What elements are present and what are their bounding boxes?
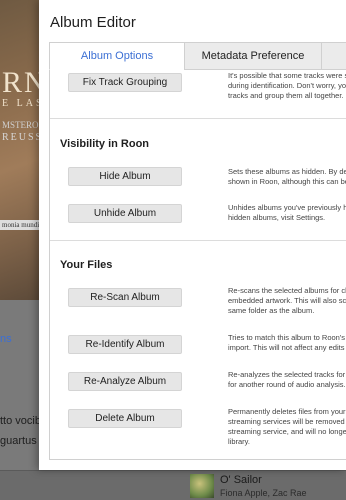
hide-album-button[interactable]: Hide Album <box>68 167 182 186</box>
description-line: hidden albums, visit Settings. <box>228 213 326 222</box>
unhide-album-button[interactable]: Unhide Album <box>68 204 182 223</box>
list-item[interactable]: guartus <box>0 435 37 447</box>
description-line: Sets these albums as hidden. By defa <box>228 167 346 176</box>
rescan-album-description: Re-scans the selected albums for cha emb… <box>228 286 346 316</box>
reidentify-album-button[interactable]: Re-Identify Album <box>68 335 182 354</box>
reanalyze-album-button[interactable]: Re-Analyze Album <box>68 372 182 391</box>
album-art-subtitle: E LASS <box>2 98 40 109</box>
description-line: for another round of audio analysis. <box>228 380 346 389</box>
description-line: import. This will not affect any edits y <box>228 343 346 352</box>
description-line: shown in Roon, although this can be <box>228 177 346 186</box>
visibility-section-title: Visibility in Roon <box>60 138 150 150</box>
description-line: during identification. Don't worry, yo <box>228 81 346 90</box>
description-line: Unhides albums you've previously hi <box>228 203 346 212</box>
tab-album-options[interactable]: Album Options <box>49 42 185 70</box>
now-playing-artwork[interactable] <box>190 474 214 498</box>
description-line: tracks and group them all together. <box>228 91 344 100</box>
tab-more[interactable] <box>321 42 346 70</box>
delete-album-description: Permanently deletes files from your stre… <box>228 407 346 447</box>
description-line: It's possible that some tracks were se <box>228 71 346 80</box>
album-art-title: RN <box>2 66 40 99</box>
fix-track-grouping-button[interactable]: Fix Track Grouping <box>68 73 182 92</box>
album-art-label: monia mundi <box>0 220 40 230</box>
reidentify-album-description: Tries to match this album to Roon's c im… <box>228 333 346 353</box>
album-options-panel: Fix Track Grouping It's possible that so… <box>50 70 346 460</box>
tab-bar: Album Options Metadata Preference <box>49 42 346 70</box>
description-line: streaming services will be removed f <box>228 417 346 426</box>
now-playing-bar: O' Sailor Fiona Apple, Zac Rae <box>0 470 346 500</box>
now-playing-artist[interactable]: Fiona Apple, Zac Rae <box>220 488 307 498</box>
tab-metadata-preference[interactable]: Metadata Preference <box>184 42 322 70</box>
description-line: streaming service, and will no longer <box>228 427 346 436</box>
dialog-title: Album Editor <box>50 14 136 31</box>
album-art-line-2: REUSS <box>2 132 40 143</box>
reanalyze-album-description: Re-analyzes the selected tracks for c fo… <box>228 370 346 390</box>
now-playing-song[interactable]: O' Sailor <box>220 474 262 486</box>
description-line: Permanently deletes files from your <box>228 407 346 416</box>
fix-track-grouping-description: It's possible that some tracks were se d… <box>228 71 346 101</box>
description-line: Re-analyzes the selected tracks for c <box>228 370 346 379</box>
files-section-title: Your Files <box>60 259 113 271</box>
album-editor-dialog: Album Editor Album Options Metadata Pref… <box>39 0 346 470</box>
album-art-line: MSTERO <box>2 120 39 130</box>
delete-album-button[interactable]: Delete Album <box>68 409 182 428</box>
section-divider <box>50 240 346 241</box>
album-art-text: RN E LASS MSTERO REUSS monia mundi <box>0 0 40 300</box>
description-line: Tries to match this album to Roon's c <box>228 333 346 342</box>
rescan-album-button[interactable]: Re-Scan Album <box>68 288 182 307</box>
description-line: embedded artwork. This will also sca <box>228 296 346 305</box>
description-line: same folder as the album. <box>228 306 315 315</box>
tabs-container: Album Options Metadata Preference Fix Tr… <box>49 42 346 460</box>
list-tabs[interactable]: ns <box>0 333 12 345</box>
unhide-album-description: Unhides albums you've previously hi hidd… <box>228 203 346 223</box>
section-divider <box>50 118 346 119</box>
hide-album-description: Sets these albums as hidden. By defa sho… <box>228 167 346 187</box>
description-line: library. <box>228 437 250 446</box>
description-line: Re-scans the selected albums for cha <box>228 286 346 295</box>
